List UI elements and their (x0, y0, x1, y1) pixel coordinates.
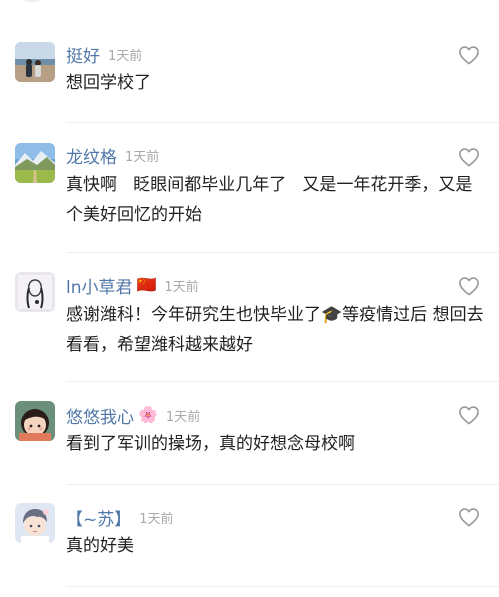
username[interactable]: 龙纹格 (66, 143, 117, 168)
avatar[interactable] (15, 143, 55, 183)
cherry-blossom-icon: 🌸 (138, 405, 158, 424)
avatar[interactable] (15, 401, 55, 441)
sketch-portrait-icon (15, 272, 55, 312)
china-flag-icon: 🇨🇳 (136, 275, 157, 294)
like-heart-icon[interactable] (458, 147, 480, 167)
comment-text: 真快啊 眨眼间都毕业几年了 又是一年花开季，又是个美好回忆的开始 (66, 175, 473, 225)
comment-text: 真的好美 (66, 536, 134, 556)
anime-boy-icon (15, 503, 55, 543)
username[interactable]: 悠悠我心 (66, 403, 134, 428)
username[interactable]: ln小草君 (66, 273, 133, 298)
mountain-landscape-photo-icon (15, 143, 55, 183)
comment-list-page: 挺好 1天前 想回学校了 龙纹格 1天前 真快啊 眨眼间都毕业几年了 又是一年花… (0, 0, 499, 597)
timestamp: 1天前 (165, 409, 201, 425)
username[interactable]: 【~苏】 (66, 505, 131, 530)
comment-meta: 挺好 1天前 (66, 41, 142, 67)
like-heart-icon[interactable] (458, 45, 480, 65)
divider (66, 122, 499, 123)
like-heart-icon[interactable] (458, 507, 480, 527)
timestamp: 1天前 (139, 511, 174, 527)
like-heart-icon[interactable] (458, 405, 480, 425)
comment-text: 看到了军训的操场，真的好想念母校啊 (66, 434, 355, 454)
timestamp: 1天前 (125, 149, 160, 165)
comment-meta: ln小草君 🇨🇳 1天前 (66, 272, 199, 298)
comment-meta: 龙纹格 1天前 (66, 142, 159, 168)
avatar[interactable] (15, 272, 55, 312)
comment-text: 想回学校了 (66, 73, 151, 93)
username[interactable]: 挺好 (66, 42, 100, 67)
timestamp: 1天前 (108, 48, 143, 64)
comment-text: 感谢潍科！今年研究生也快毕业了🎓等疫情过后 想回去看看，希望潍科越来越好 (66, 305, 484, 355)
cartoon-girl-icon (15, 401, 55, 441)
divider (66, 381, 499, 382)
avatar[interactable] (15, 42, 55, 82)
comment-meta: 悠悠我心 🌸 1天前 (66, 402, 200, 428)
comment-meta: 【~苏】 1天前 (66, 504, 174, 530)
avatar[interactable] (15, 503, 55, 543)
divider (66, 586, 499, 587)
divider (66, 484, 499, 485)
previous-item-edge (0, 0, 499, 6)
like-heart-icon[interactable] (458, 276, 480, 296)
seaside-couple-photo-icon (15, 42, 55, 82)
timestamp: 1天前 (164, 279, 199, 295)
divider (66, 252, 499, 253)
